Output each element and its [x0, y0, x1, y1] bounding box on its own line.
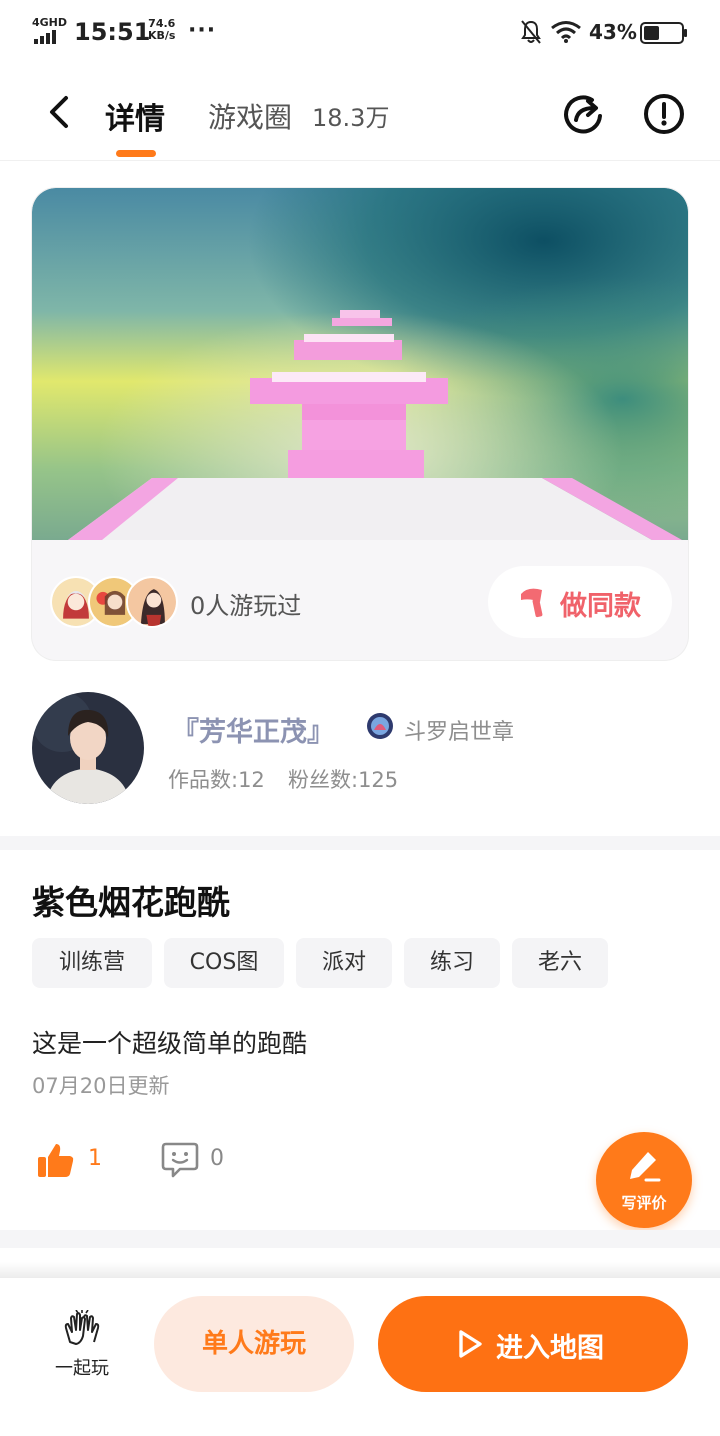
tab-active-indicator: [116, 150, 156, 157]
author-name[interactable]: 『芳华正茂』: [172, 710, 334, 749]
tab-detail[interactable]: 详情: [105, 94, 165, 138]
avatar: [126, 576, 178, 628]
author-series[interactable]: 斗罗启世章: [404, 714, 514, 746]
play-together-label: 一起玩: [55, 1358, 109, 1379]
played-count: 0人游玩过: [190, 592, 302, 620]
battery-percent: 43%: [589, 20, 637, 44]
network-speed: 74.6 KB/s: [148, 18, 175, 42]
game-title: 紫色烟花跑酰: [32, 883, 230, 922]
comment-count: 0: [210, 1146, 224, 1171]
tag-chip[interactable]: 老六: [512, 938, 608, 988]
bottom-bar-shadow: [0, 1262, 720, 1278]
status-bar: 4GHD 15:51 74.6 KB/s ··· 43%: [0, 0, 720, 64]
author-avatar[interactable]: [32, 692, 144, 804]
share-icon[interactable]: [562, 92, 606, 136]
section-divider: [0, 836, 720, 850]
pen-icon: [630, 1152, 661, 1182]
game-preview-image[interactable]: [32, 188, 688, 540]
write-review-button[interactable]: 写评价: [596, 1132, 692, 1228]
works-count: 作品数:12: [168, 768, 265, 792]
report-icon[interactable]: [642, 92, 686, 136]
update-date: 07月20日更新: [32, 1074, 170, 1098]
clapping-hands-icon: [64, 1310, 100, 1345]
back-arrow-icon[interactable]: [44, 92, 74, 132]
tag-chip[interactable]: 练习: [404, 938, 500, 988]
game-circle-count: 18.3万: [312, 104, 390, 132]
bell-muted-icon: [521, 20, 541, 44]
thumbs-up-icon[interactable]: [36, 1140, 76, 1180]
speed-unit: KB/s: [148, 29, 176, 42]
wifi-icon: [551, 21, 581, 43]
battery-icon: [640, 22, 687, 44]
solo-play-button[interactable]: 单人游玩: [154, 1296, 354, 1392]
tag-chip[interactable]: COS图: [164, 938, 284, 988]
signal-icon: 4GHD: [32, 16, 68, 46]
tag-chip[interactable]: 训练营: [32, 938, 152, 988]
enter-map-button[interactable]: 进入地图: [378, 1296, 688, 1392]
hammer-icon: [521, 588, 543, 618]
comment-icon[interactable]: [160, 1140, 200, 1180]
play-icon: [459, 1330, 482, 1358]
network-type: 4GHD: [32, 16, 68, 29]
play-together-button[interactable]: 一起玩: [44, 1310, 120, 1380]
write-review-label: 写评价: [621, 1194, 667, 1212]
status-time: 15:51: [74, 18, 151, 46]
game-description: 这是一个超级简单的跑酷: [32, 1029, 308, 1058]
header-divider: [0, 160, 720, 161]
more-notifications-icon: ···: [188, 18, 217, 43]
make-same-button[interactable]: 做同款: [488, 566, 672, 638]
enter-map-label: 进入地图: [496, 1333, 604, 1364]
tag-chip[interactable]: 派对: [296, 938, 392, 988]
like-count: 1: [88, 1146, 102, 1171]
section-divider: [0, 1230, 720, 1248]
fans-count: 粉丝数:125: [288, 768, 399, 792]
make-same-label: 做同款: [560, 591, 641, 622]
tab-game-circle[interactable]: 游戏圈: [208, 96, 292, 136]
player-avatars: [50, 576, 180, 628]
series-badge-icon: [367, 713, 393, 739]
